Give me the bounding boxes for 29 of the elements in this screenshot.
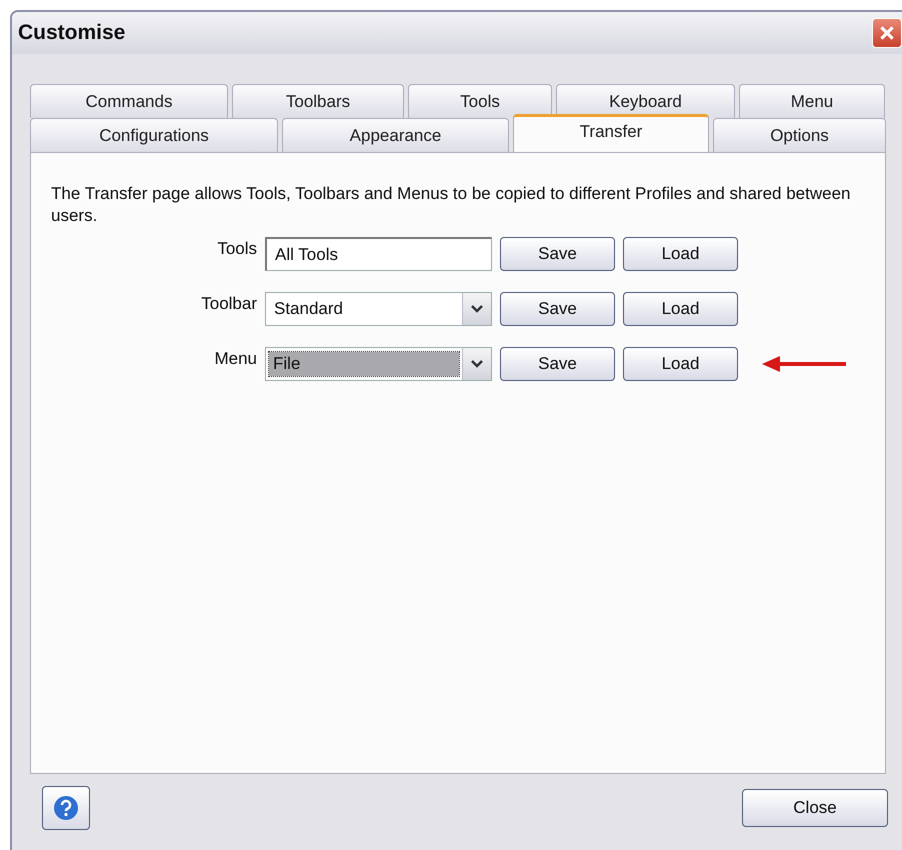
close-button[interactable]: Close bbox=[742, 789, 888, 827]
load-button[interactable]: Load bbox=[623, 237, 738, 271]
field-label: Menu bbox=[213, 348, 257, 369]
dropdown[interactable]: File bbox=[265, 347, 492, 381]
window-title: Customise bbox=[18, 21, 126, 45]
tab[interactable]: Keyboard bbox=[556, 84, 735, 118]
dropdown[interactable]: Standard bbox=[265, 292, 492, 326]
description-text: The Transfer page allows Tools, Toolbars and Menus to be copied to different Profiles and shared between users. bbox=[51, 183, 852, 227]
save-button[interactable]: Save bbox=[500, 292, 615, 326]
chevron-down-icon bbox=[471, 359, 483, 369]
help-button[interactable] bbox=[42, 786, 90, 830]
load-button[interactable]: Load bbox=[623, 292, 738, 326]
tab[interactable]: Configurations bbox=[30, 118, 278, 152]
text-field[interactable]: All Tools bbox=[265, 237, 492, 271]
field-label: Toolbar bbox=[200, 293, 257, 314]
tab[interactable]: Toolbars bbox=[232, 84, 404, 118]
tab[interactable]: Menu bbox=[739, 84, 885, 118]
tab[interactable]: Commands bbox=[30, 84, 228, 118]
tab[interactable]: Appearance bbox=[282, 118, 509, 152]
close-button[interactable] bbox=[872, 18, 902, 48]
tab[interactable]: Tools bbox=[408, 84, 552, 118]
field-label: Tools bbox=[216, 238, 257, 259]
save-button[interactable]: Save bbox=[500, 347, 615, 381]
help-icon bbox=[53, 795, 79, 821]
tab[interactable]: Transfer bbox=[513, 114, 709, 152]
chevron-down-icon bbox=[471, 304, 483, 314]
tab[interactable]: Options bbox=[713, 118, 886, 152]
load-button[interactable]: Load bbox=[623, 347, 738, 381]
save-button[interactable]: Save bbox=[500, 237, 615, 271]
